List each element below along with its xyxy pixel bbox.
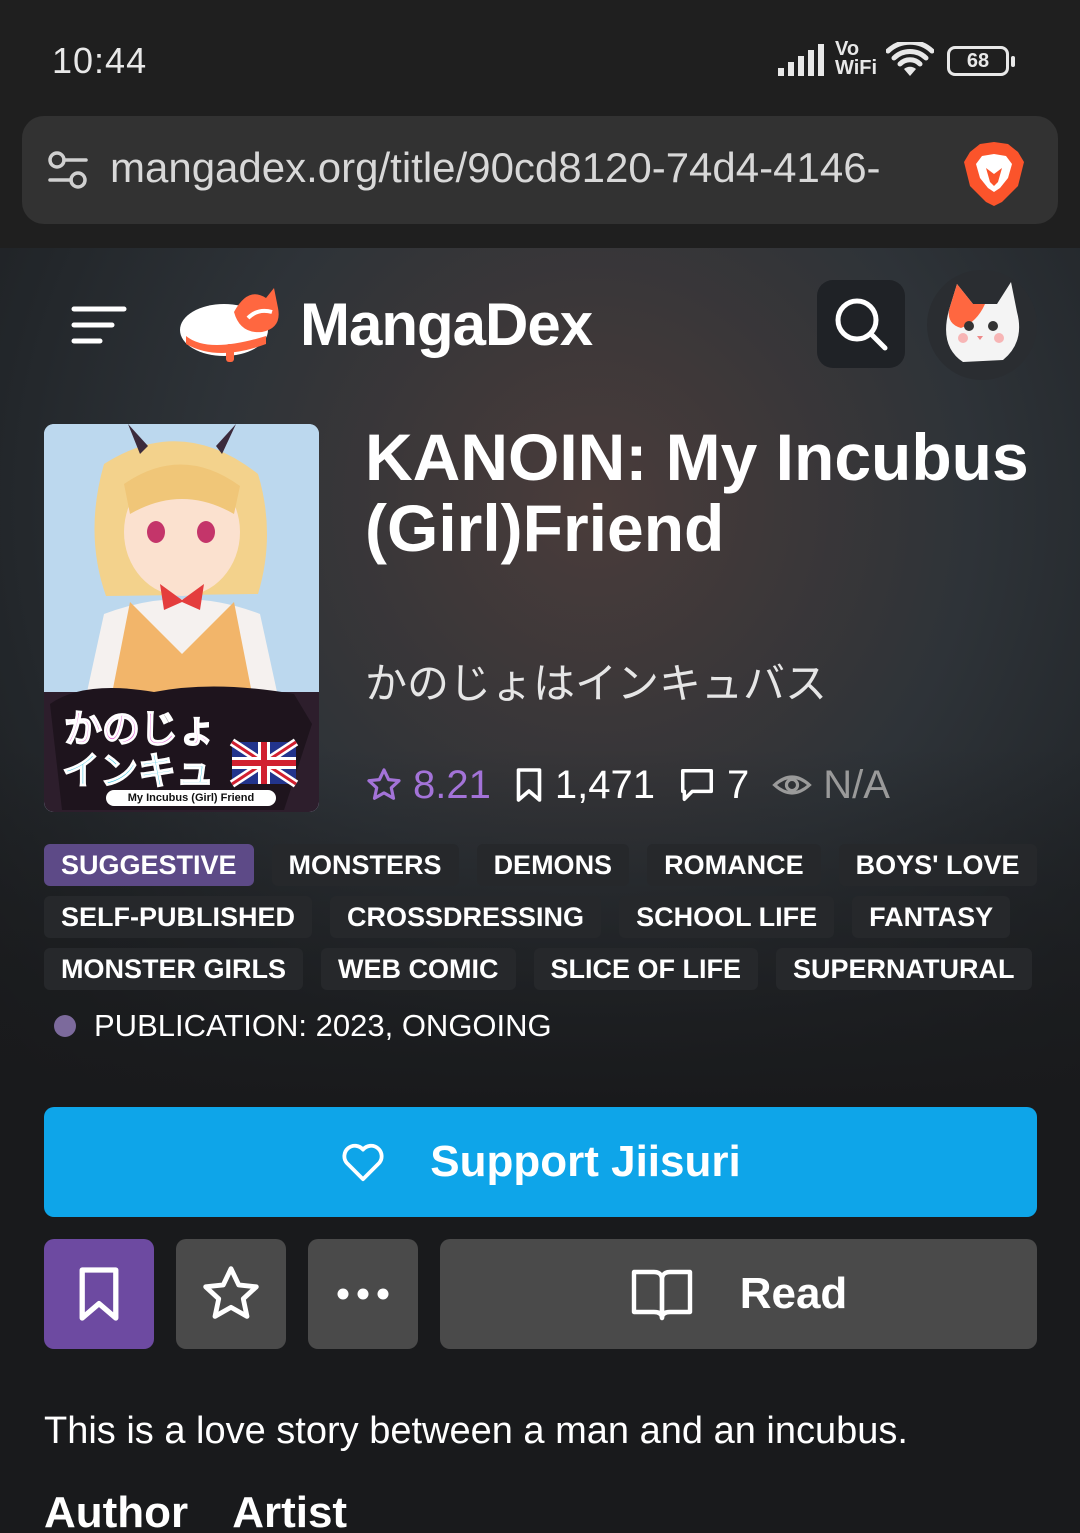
manga-alt-title: かのじょはインキュバス [365, 659, 828, 708]
svg-text:かのじょ: かのじょ [64, 707, 216, 751]
brand-name[interactable]: MangaDex [300, 290, 593, 359]
read-label: Read [739, 1269, 848, 1318]
star-icon [203, 1266, 259, 1319]
rating-value: 8.21 [413, 762, 491, 807]
signal-icon [778, 44, 824, 76]
wifi-icon [886, 42, 934, 76]
bookmark-icon [516, 768, 542, 802]
support-label: Support Jiisuri [430, 1137, 741, 1186]
cover-illustration: かのじょ インキュ [44, 424, 319, 812]
views-stat: N/A [771, 763, 890, 808]
tag-row: MONSTER GIRLS WEB COMIC SLICE OF LIFE SU… [44, 948, 1044, 990]
comments-count: 7 [726, 762, 750, 807]
brave-lion-icon[interactable] [962, 140, 1026, 208]
manga-description: This is a love story between a man and a… [44, 1410, 908, 1452]
heart-icon [342, 1143, 384, 1182]
open-book-icon [631, 1269, 692, 1321]
tag-self-published[interactable]: SELF-PUBLISHED [44, 896, 313, 938]
cover-subtitle: My Incubus (Girl) Friend [127, 792, 255, 804]
search-button[interactable] [817, 280, 905, 368]
bookmark-button[interactable] [44, 1239, 154, 1349]
status-dot [54, 1015, 76, 1037]
browser-toolbar: mangadex.org/title/90cd8120-74d4-4146- [0, 110, 1080, 248]
tag-row: SELF-PUBLISHED CROSSDRESSING SCHOOL LIFE… [44, 896, 1044, 938]
comment-icon [680, 769, 713, 801]
address-bar[interactable]: mangadex.org/title/90cd8120-74d4-4146- [22, 116, 1058, 224]
comments-stat[interactable]: 7 [677, 763, 749, 808]
cover-image[interactable]: かのじょ インキュ My Incubus (Girl) Friend [44, 424, 319, 812]
tag-slice-of-life[interactable]: SLICE OF LIFE [533, 948, 759, 990]
credits-header: Author Artist [44, 1488, 391, 1533]
rating-stat[interactable]: 8.21 [365, 763, 491, 808]
manga-stats: 8.21 1,471 7 N/A [365, 760, 912, 810]
cat-avatar-icon [946, 282, 1020, 362]
user-avatar[interactable] [927, 270, 1037, 380]
hamburger-icon[interactable] [70, 303, 128, 347]
artist-label: Artist [232, 1488, 348, 1533]
tag-monsters[interactable]: MONSTERS [271, 844, 459, 886]
battery-indicator: 68 [947, 46, 1015, 76]
follows-count: 1,471 [554, 762, 655, 807]
vowifi-label: Vo WiFi [835, 38, 878, 79]
tag-list: SUGGESTIVE MONSTERS DEMONS ROMANCE BOYS'… [44, 844, 1044, 1000]
search-icon [835, 298, 888, 351]
tag-fantasy[interactable]: FANTASY [852, 896, 1011, 938]
manga-page: MangaDex かのじょ インキュ My Incubus (Girl) Fri… [0, 248, 1080, 1533]
status-time: 10:44 [52, 40, 148, 81]
bookmark-icon [79, 1267, 119, 1321]
support-button[interactable]: Support Jiisuri [44, 1107, 1037, 1217]
read-button[interactable]: Read [440, 1239, 1037, 1349]
svg-text:インキュ: インキュ [62, 749, 214, 793]
rate-button[interactable] [176, 1239, 286, 1349]
tag-web-comic[interactable]: WEB COMIC [321, 948, 516, 990]
battery-level: 68 [966, 50, 990, 72]
tag-suggestive[interactable]: SUGGESTIVE [44, 844, 254, 886]
more-options-button[interactable] [308, 1239, 418, 1349]
tag-romance[interactable]: ROMANCE [647, 844, 821, 886]
tune-icon[interactable] [46, 148, 90, 192]
tag-boys-love[interactable]: BOYS' LOVE [838, 844, 1037, 886]
tag-supernatural[interactable]: SUPERNATURAL [776, 948, 1032, 990]
status-bar: 10:44 Vo WiFi 68 [0, 0, 1080, 110]
tag-monster-girls[interactable]: MONSTER GIRLS [44, 948, 304, 990]
manga-title: KANOIN: My Incubus (Girl)Friend [365, 420, 1029, 565]
tag-school-life[interactable]: SCHOOL LIFE [619, 896, 835, 938]
tag-row: SUGGESTIVE MONSTERS DEMONS ROMANCE BOYS'… [44, 844, 1044, 886]
author-label: Author [44, 1488, 189, 1533]
eye-icon [772, 775, 812, 795]
tag-crossdressing[interactable]: CROSSDRESSING [330, 896, 602, 938]
publication-text: PUBLICATION: 2023, ONGOING [94, 1008, 552, 1043]
tag-demons[interactable]: DEMONS [476, 844, 630, 886]
mangadex-logo-icon[interactable] [178, 278, 284, 366]
url-text[interactable]: mangadex.org/title/90cd8120-74d4-4146- [110, 144, 940, 192]
views-count: N/A [823, 762, 890, 807]
more-dots-icon [337, 1288, 389, 1300]
follows-stat: 1,471 [513, 763, 655, 808]
star-icon [367, 768, 401, 800]
publication-status: PUBLICATION: 2023, ONGOING [54, 1008, 552, 1044]
